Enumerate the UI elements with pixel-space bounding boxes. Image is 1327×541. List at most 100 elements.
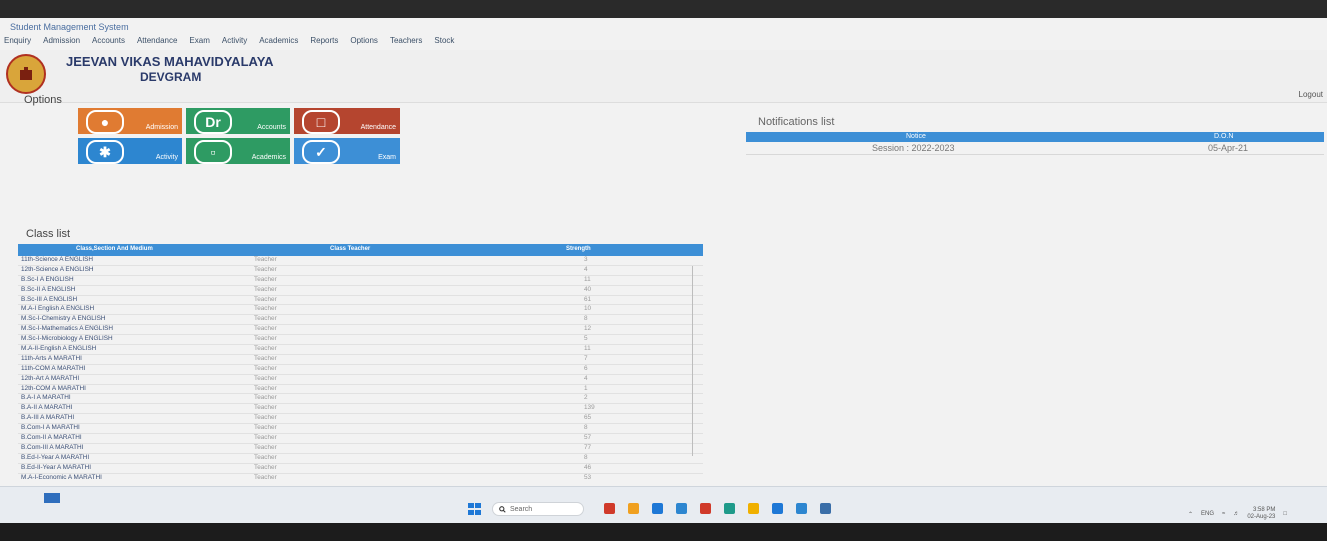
- class-teacher: Teacher: [254, 256, 277, 263]
- menu-bar: Enquiry Admission Accounts Attendance Ex…: [0, 36, 1327, 50]
- class-name: B.A-II A MARATHI: [21, 404, 73, 412]
- class-teacher: Teacher: [254, 404, 277, 412]
- class-row[interactable]: B.Sc-I A ENGLISH Teacher 11: [18, 276, 703, 286]
- class-name: B.Ed-I-Year A MARATHI: [21, 453, 90, 461]
- taskbar-app-icon[interactable]: [676, 503, 687, 514]
- menu-item-options[interactable]: Options: [350, 36, 378, 50]
- class-name: B.A-III A MARATHI: [21, 414, 75, 422]
- class-name: B.Com-I A MARATHI: [21, 424, 80, 432]
- monitor-bezel-top: [0, 0, 1327, 18]
- options-title: Options: [24, 94, 62, 106]
- clock-date: 02-Aug-23: [1247, 514, 1276, 520]
- class-teacher: Teacher: [254, 434, 277, 442]
- class-row[interactable]: B.Ed-II-Year A MARATHI Teacher 46: [18, 464, 703, 474]
- class-row[interactable]: 11th-Science A ENGLISH Teacher 3: [18, 256, 703, 266]
- taskbar-app-icon[interactable]: [44, 493, 60, 503]
- logout-link[interactable]: Logout: [1299, 90, 1323, 99]
- class-row[interactable]: B.Com-III A MARATHI Teacher 77: [18, 444, 703, 454]
- volume-icon[interactable]: ♬: [1233, 511, 1239, 517]
- class-name: B.Ed-II-Year A MARATHI: [21, 463, 91, 471]
- class-row[interactable]: B.A-I A MARATHI Teacher 2: [18, 394, 703, 405]
- taskbar-app-icon[interactable]: [796, 503, 807, 514]
- accounts-tile[interactable]: Dr Accounts: [186, 108, 290, 134]
- menu-item-teachers[interactable]: Teachers: [390, 36, 422, 50]
- dr-icon: Dr: [194, 110, 232, 134]
- class-name: 11th-Science A ENGLISH: [21, 256, 93, 263]
- school-logo: [6, 54, 46, 94]
- admission-tile[interactable]: ● Admission: [78, 108, 182, 134]
- search-placeholder: Search: [510, 505, 533, 513]
- class-name: 12th-COM A MARATHI: [21, 384, 86, 392]
- activity-tile[interactable]: ✱ Activity: [78, 138, 182, 164]
- taskbar-app-icon[interactable]: [772, 503, 783, 514]
- class-strength: 7: [584, 354, 588, 362]
- class-row[interactable]: 12th-Science A ENGLISH Teacher 4: [18, 266, 703, 276]
- taskbar-app-icon[interactable]: [652, 503, 663, 514]
- menu-item-exam[interactable]: Exam: [189, 36, 209, 50]
- class-row[interactable]: 11th-COM A MARATHI Teacher 6: [18, 365, 703, 375]
- wifi-icon[interactable]: ≈: [1222, 511, 1225, 517]
- menu-item-activity[interactable]: Activity: [222, 36, 247, 50]
- class-row[interactable]: 11th-Arts A MARATHI Teacher 7: [18, 355, 703, 365]
- class-row[interactable]: 12th-Art A MARATHI Teacher 4: [18, 375, 703, 385]
- class-row[interactable]: M.A-I English A ENGLISH Teacher 10: [18, 305, 703, 316]
- class-row[interactable]: M.Sc-I-Chemistry A ENGLISH Teacher 8: [18, 315, 703, 326]
- taskbar-app-icon[interactable]: [748, 503, 759, 514]
- class-row[interactable]: M.A-I-Economic A MARATHI Teacher 53: [18, 474, 703, 480]
- school-name: JEEVAN VIKAS MAHAVIDYALAYA: [66, 54, 274, 69]
- class-row[interactable]: B.Sc-III A ENGLISH Teacher 61: [18, 296, 703, 306]
- class-strength: 57: [584, 434, 592, 442]
- class-name: B.A-I A MARATHI: [21, 394, 71, 402]
- class-row[interactable]: B.Sc-II A ENGLISH Teacher 40: [18, 286, 703, 296]
- class-strength: 4: [584, 374, 588, 382]
- class-strength: 5: [584, 335, 588, 343]
- table-scroll-edge: [692, 266, 693, 456]
- start-icon[interactable]: [468, 503, 482, 515]
- attendance-tile[interactable]: □ Attendance: [294, 108, 400, 134]
- accounts-tile-label: Accounts: [257, 124, 286, 131]
- class-row[interactable]: B.A-III A MARATHI Teacher 65: [18, 414, 703, 425]
- menu-item-reports[interactable]: Reports: [310, 36, 338, 50]
- class-row[interactable]: B.Com-I A MARATHI Teacher 8: [18, 424, 703, 435]
- clock[interactable]: 3:58 PM 02-Aug-23: [1247, 507, 1275, 521]
- chevron-up-icon[interactable]: ⌃: [1188, 511, 1193, 518]
- menu-item-stock[interactable]: Stock: [434, 36, 454, 50]
- notification-row[interactable]: Session : 2022-2023 05-Apr-21: [746, 142, 1324, 155]
- class-row[interactable]: B.Ed-I-Year A MARATHI Teacher 8: [18, 454, 703, 464]
- class-teacher: Teacher: [254, 275, 277, 283]
- school-header: JEEVAN VIKAS MAHAVIDYALAYA DEVGRAM Logou…: [0, 50, 1327, 103]
- class-row[interactable]: M.A-II-English A ENGLISH Teacher 11: [18, 345, 703, 355]
- class-row[interactable]: B.A-II A MARATHI Teacher 139: [18, 404, 703, 415]
- exam-tile[interactable]: ✓ Exam: [294, 138, 400, 164]
- notice-header: Notice: [906, 133, 926, 140]
- taskbar-app-icon[interactable]: [604, 503, 615, 514]
- class-strength: 3: [584, 256, 588, 263]
- menu-item-attendance[interactable]: Attendance: [137, 36, 177, 50]
- language-indicator[interactable]: ENG: [1201, 511, 1214, 517]
- notification-icon[interactable]: □: [1283, 511, 1287, 517]
- class-teacher: Teacher: [254, 384, 277, 392]
- taskbar-app-icon[interactable]: [700, 503, 711, 514]
- menu-item-enquiry[interactable]: Enquiry: [4, 36, 31, 50]
- puzzle-icon: ✱: [86, 140, 124, 164]
- menu-item-admission[interactable]: Admission: [43, 36, 80, 50]
- class-name: M.Sc-I-Chemistry A ENGLISH: [21, 315, 106, 323]
- academics-tile[interactable]: ▫ Academics: [186, 138, 290, 164]
- class-name: B.Sc-III A ENGLISH: [21, 295, 78, 303]
- taskbar-app-icon[interactable]: [820, 503, 831, 514]
- class-row[interactable]: M.Sc-I-Mathematics A ENGLISH Teacher 12: [18, 325, 703, 336]
- class-strength: 12: [584, 325, 592, 333]
- class-strength: 1: [584, 384, 588, 392]
- class-row[interactable]: 12th-COM A MARATHI Teacher 1: [18, 385, 703, 395]
- class-name: 11th-Arts A MARATHI: [21, 354, 82, 362]
- user-icon: ●: [86, 110, 124, 134]
- class-strength: 139: [584, 404, 595, 412]
- class-strength: 8: [584, 424, 588, 432]
- class-row[interactable]: M.Sc-I-Microbiology A ENGLISH Teacher 5: [18, 335, 703, 346]
- taskbar-app-icon[interactable]: [628, 503, 639, 514]
- menu-item-accounts[interactable]: Accounts: [92, 36, 125, 50]
- taskbar-app-icon[interactable]: [724, 503, 735, 514]
- menu-item-academics[interactable]: Academics: [259, 36, 298, 50]
- taskbar-search[interactable]: Search: [492, 502, 584, 516]
- class-row[interactable]: B.Com-II A MARATHI Teacher 57: [18, 434, 703, 444]
